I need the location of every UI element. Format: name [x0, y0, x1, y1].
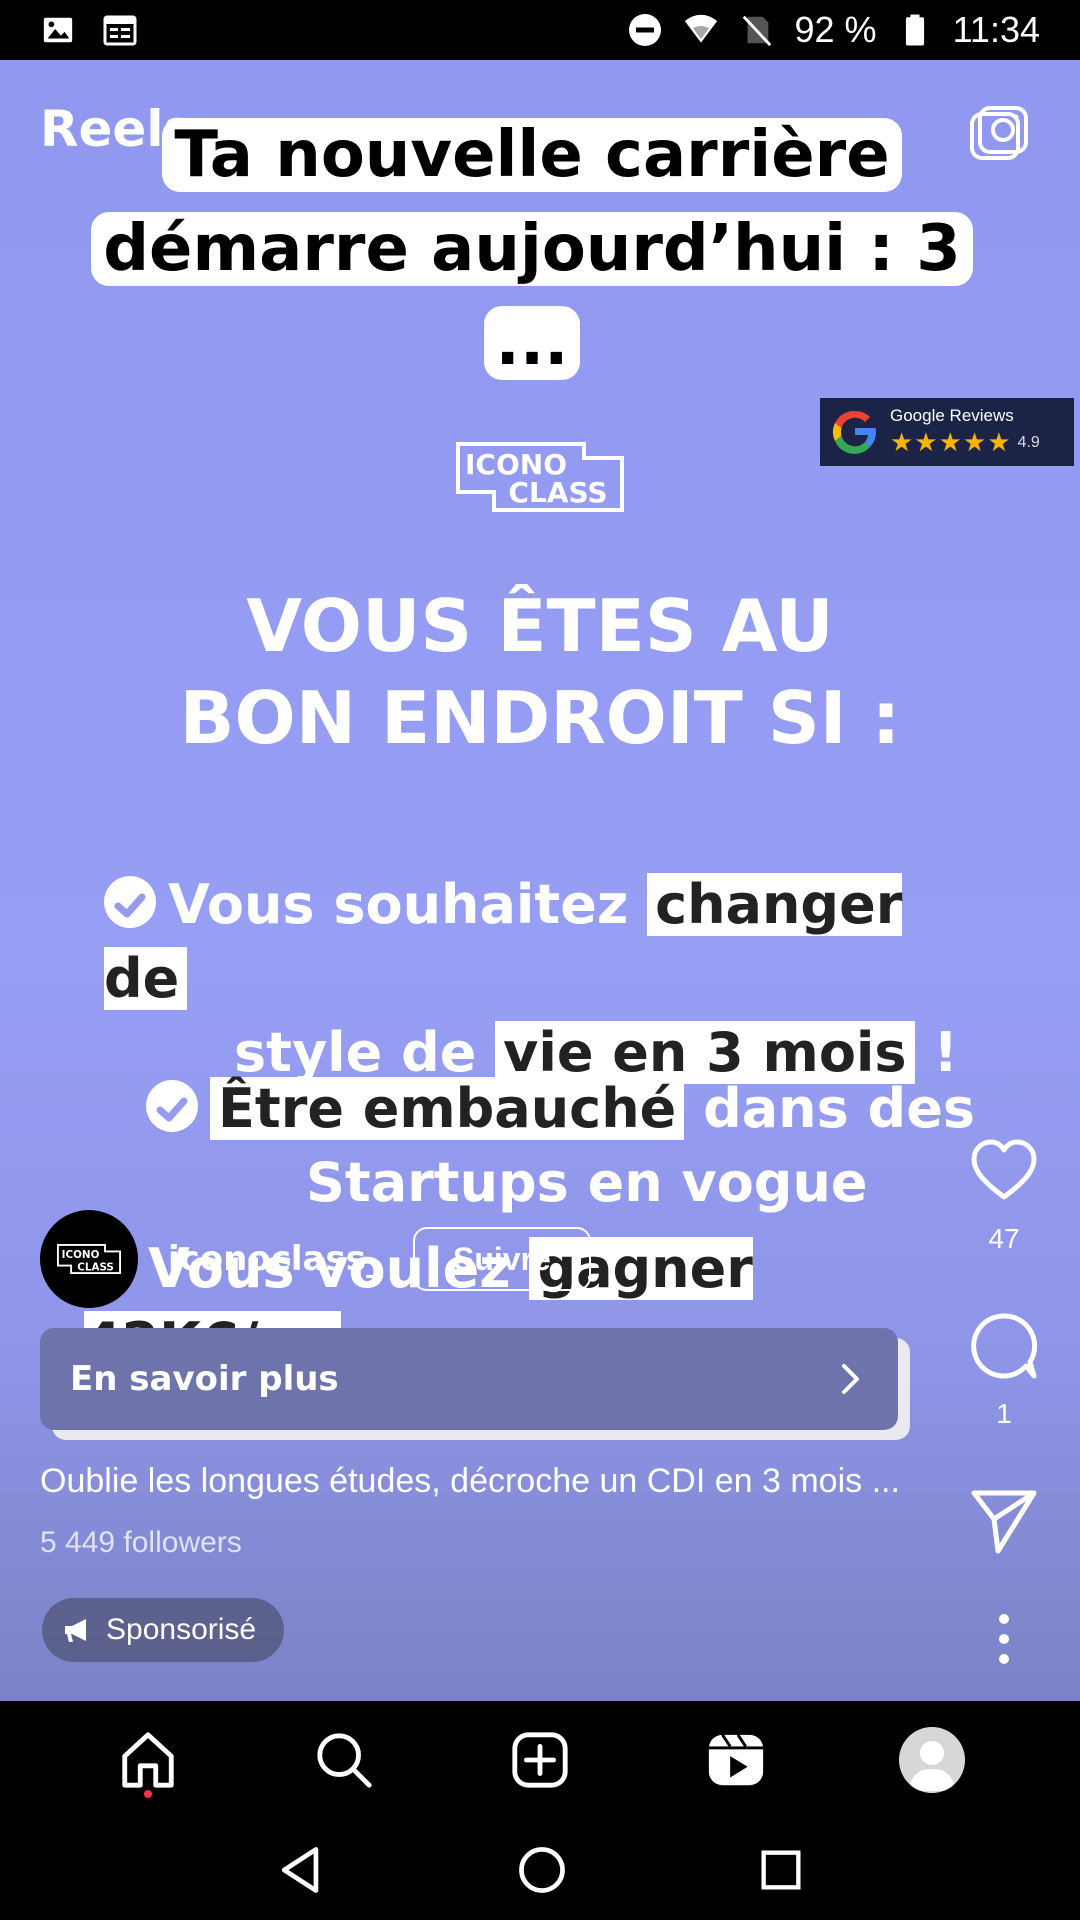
- iconoclass-logo: ICONO CLASS: [454, 440, 626, 512]
- more-vertical-icon[interactable]: [968, 1605, 1040, 1677]
- follow-button[interactable]: Suivre: [412, 1227, 591, 1291]
- like-action[interactable]: 47: [964, 1135, 1044, 1255]
- reel-viewer[interactable]: Reels Ta nouvelle carrière démarre aujou…: [0, 60, 1080, 1701]
- bottom-navigation: [0, 1701, 1080, 1819]
- home-icon: [122, 1732, 174, 1788]
- nav-create[interactable]: [500, 1720, 580, 1800]
- no-sim-icon: [739, 12, 775, 48]
- author-username[interactable]: iconoclass_: [168, 1239, 383, 1279]
- megaphone-icon: [65, 1619, 86, 1642]
- wifi-icon: [683, 12, 719, 48]
- calendar-icon: [102, 12, 138, 48]
- back-icon[interactable]: [273, 1842, 329, 1898]
- nav-home[interactable]: [108, 1720, 188, 1800]
- notification-dot: [144, 1790, 152, 1798]
- more-options[interactable]: [964, 1605, 1044, 1677]
- share-action[interactable]: [964, 1485, 1044, 1557]
- battery-icon: [897, 12, 933, 48]
- google-reviews-badge: Google Reviews ★★★★★ 4.9: [820, 398, 1074, 466]
- sponsored-label: Sponsorisé: [106, 1613, 257, 1646]
- bullet-1: Vous souhaitez changer de style de vie e…: [104, 873, 959, 1084]
- svg-text:CLASS: CLASS: [508, 476, 607, 509]
- headline: VOUS ÊTES AU BON ENDROIT SI :: [0, 580, 1080, 764]
- nav-reels[interactable]: [696, 1720, 776, 1800]
- sponsored-badge[interactable]: Sponsorisé: [42, 1598, 285, 1662]
- post-author: ICONO CLASS iconoclass_ Suivre: [40, 1210, 591, 1308]
- headline-line-2: BON ENDROIT SI :: [179, 676, 901, 760]
- follower-count: 5 449 followers: [40, 1526, 242, 1559]
- nav-search[interactable]: [304, 1720, 384, 1800]
- like-count: 47: [988, 1223, 1020, 1254]
- learn-more-button[interactable]: En savoir plus: [40, 1328, 898, 1430]
- check-circle-icon: [104, 876, 156, 929]
- comment-action[interactable]: 1: [964, 1310, 1044, 1430]
- comment-count: 1: [996, 1398, 1012, 1429]
- headline-line-1: VOUS ÊTES AU: [246, 584, 834, 668]
- caption-line-2: démarre aujourd’hui : 3 ...: [91, 212, 973, 380]
- dnd-icon: [627, 12, 663, 48]
- bullet-2: Être embauché dans des Startups en vogue: [146, 1072, 1006, 1220]
- check-circle-icon: [146, 1080, 198, 1133]
- rating-score: 4.9: [1017, 434, 1040, 451]
- create-icon: [512, 1732, 568, 1788]
- heart-icon[interactable]: [968, 1135, 1040, 1207]
- chevron-right-icon: [842, 1364, 859, 1394]
- caption-line-1: Ta nouvelle carrière: [162, 118, 902, 192]
- author-avatar[interactable]: ICONO CLASS: [40, 1210, 138, 1308]
- comment-icon[interactable]: [968, 1310, 1040, 1382]
- status-bar: 92 % 11:34: [0, 0, 1080, 60]
- google-reviews-label: Google Reviews: [890, 406, 1014, 425]
- highlight-text: Être embauché: [210, 1077, 685, 1140]
- svg-text:ICONO: ICONO: [62, 1249, 100, 1261]
- learn-more-label: En savoir plus: [70, 1359, 339, 1399]
- reel-caption-overlay: Ta nouvelle carrière démarre aujourd’hui…: [82, 108, 982, 390]
- rating-stars: ★★★★★: [890, 428, 1012, 458]
- reels-icon: [708, 1734, 764, 1786]
- clock: 11:34: [952, 9, 1040, 50]
- camera-icon[interactable]: [968, 104, 1030, 166]
- google-g-icon: [832, 410, 877, 454]
- home-circle-icon[interactable]: [514, 1842, 570, 1898]
- battery-percent: 92 %: [794, 9, 877, 50]
- search-icon: [317, 1733, 372, 1788]
- system-navigation: [0, 1819, 1080, 1920]
- recents-icon[interactable]: [755, 1844, 807, 1896]
- svg-text:CLASS: CLASS: [77, 1261, 114, 1273]
- send-icon[interactable]: [968, 1485, 1040, 1557]
- image-icon: [40, 12, 76, 48]
- nav-profile[interactable]: [892, 1720, 972, 1800]
- profile-avatar: [899, 1727, 965, 1793]
- post-description[interactable]: Oublie les longues études, décroche un C…: [40, 1462, 940, 1501]
